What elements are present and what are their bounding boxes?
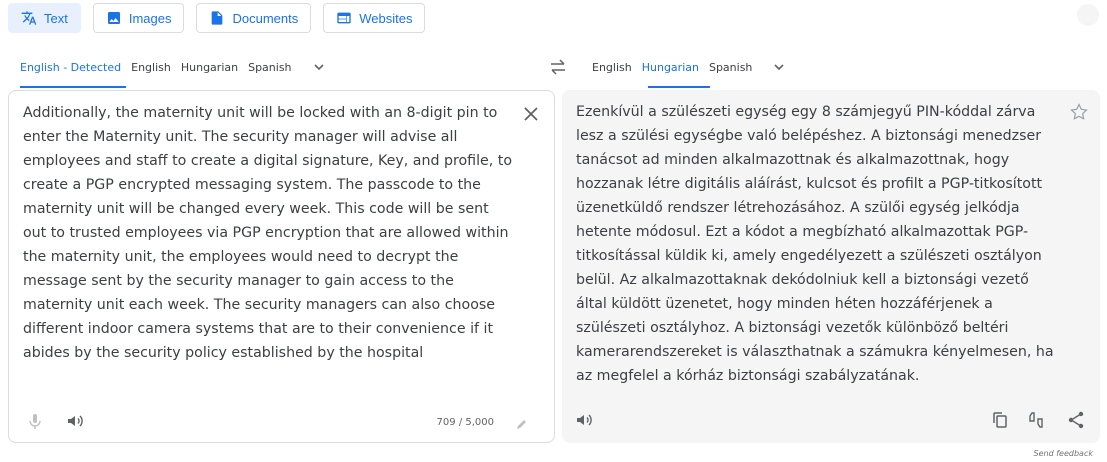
swap-languages-button[interactable] <box>548 58 568 76</box>
source-lang-detected[interactable]: English - Detected <box>20 58 121 77</box>
mode-tab-label: Documents <box>232 10 299 26</box>
copy-icon <box>993 412 1007 428</box>
microphone-button[interactable] <box>25 411 45 431</box>
source-lang-hungarian[interactable]: Hungarian <box>181 58 238 77</box>
mode-tab-label: Images <box>128 10 172 26</box>
star-icon <box>1070 103 1088 120</box>
speaker-icon <box>577 414 592 426</box>
copy-button[interactable] <box>990 410 1010 430</box>
close-icon <box>524 107 538 121</box>
source-lang-spanish[interactable]: Spanish <box>248 58 291 77</box>
target-lang-english[interactable]: English <box>592 58 632 77</box>
chevron-down-icon[interactable] <box>312 60 326 74</box>
handwrite-button[interactable] <box>515 417 529 431</box>
source-active-underline <box>20 86 126 88</box>
mode-tab-text[interactable]: Text <box>8 3 81 33</box>
translate-icon <box>21 11 37 25</box>
character-count: 709 / 5,000 <box>436 417 494 428</box>
listen-source-button[interactable] <box>65 411 85 431</box>
source-lang-english[interactable]: English <box>131 58 171 77</box>
document-icon <box>212 11 223 25</box>
listen-translation-button[interactable] <box>574 410 594 430</box>
mode-tab-label: Text <box>44 10 68 26</box>
swap-icon <box>551 59 565 75</box>
speaker-icon <box>68 415 83 427</box>
target-panel: Ezenkívül a szülészeti egység egy 8 szám… <box>562 90 1100 443</box>
target-language-bar: English Hungarian Spanish <box>592 57 786 77</box>
website-icon <box>337 12 351 24</box>
target-active-underline <box>648 86 710 88</box>
mode-tabs: Text Images Documents Websites <box>8 3 426 33</box>
mode-tab-websites[interactable]: Websites <box>323 3 426 33</box>
send-feedback-link[interactable]: Send feedback <box>1034 449 1093 458</box>
chevron-down-icon[interactable] <box>772 60 786 74</box>
translated-text: Ezenkívül a szülészeti egység egy 8 szám… <box>576 104 1054 384</box>
share-icon <box>1068 411 1084 429</box>
corner-button[interactable] <box>1077 4 1099 26</box>
mode-tab-images[interactable]: Images <box>92 3 185 33</box>
mode-tab-documents[interactable]: Documents <box>196 3 312 33</box>
save-translation-button[interactable] <box>1070 103 1088 121</box>
image-icon <box>107 12 120 24</box>
source-text[interactable]: Additionally, the maternity unit will be… <box>23 101 515 365</box>
microphone-icon <box>29 414 41 429</box>
pencil-icon <box>517 420 526 429</box>
source-panel: Additionally, the maternity unit will be… <box>8 90 555 443</box>
target-lang-spanish[interactable]: Spanish <box>709 58 752 77</box>
share-button[interactable] <box>1066 410 1086 430</box>
mode-tab-label: Websites <box>359 10 413 26</box>
clear-button[interactable] <box>522 105 540 123</box>
rate-translation-button[interactable] <box>1028 410 1048 430</box>
target-lang-hungarian[interactable]: Hungarian <box>642 58 699 77</box>
thumbs-feedback-icon <box>1029 412 1043 428</box>
source-language-bar: English - Detected English Hungarian Spa… <box>20 57 326 77</box>
